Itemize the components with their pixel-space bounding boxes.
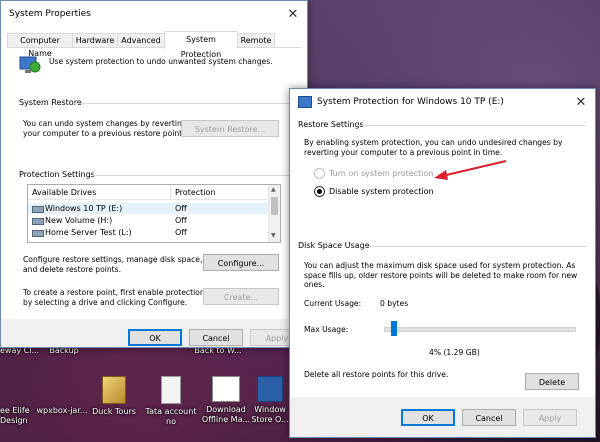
column-header-protection[interactable]: Protection [175,188,215,197]
annotation-arrow-icon [434,160,507,180]
restore-settings-text: By enabling system protection, you can u… [304,138,563,157]
column-header-drives[interactable]: Available Drives [32,188,96,197]
desktop-icon-label: ee Elife Design [0,406,30,425]
shortcut-icon [212,376,240,402]
scroll-down-icon[interactable]: ▼ [271,232,276,239]
drives-table: Available Drives Protection Windows 10 T… [27,184,281,243]
radio-label: Turn on system protection [329,168,434,178]
system-properties-window: System Properties ✕ Computer Name Hardwa… [0,0,308,348]
desktop-icon-label: Download Offline Ma... [201,405,251,424]
radio-disable[interactable]: Disable system protection [314,185,434,197]
divider [93,175,295,176]
desktop-icon[interactable]: Window Store O... [250,376,290,425]
close-icon[interactable]: ✕ [279,7,307,22]
divider [358,125,586,126]
intro-text: Use system protection to undo unwanted s… [49,57,273,66]
max-usage-value: 4% (1.29 GB) [429,348,480,357]
title-bar: System Protection for Windows 10 TP (E:)… [290,89,595,115]
slider-track [384,327,576,332]
drive-protection: Off [175,204,187,213]
tab-advanced[interactable]: Advanced [117,33,165,47]
scrollbar[interactable]: ▲ ▼ [268,185,280,242]
max-usage-slider[interactable] [384,321,576,337]
scroll-thumb[interactable] [271,197,278,215]
radio-label: Disable system protection [329,186,434,196]
desktop-icon[interactable]: Tata account no [145,376,197,427]
tab-system-protection[interactable]: System Protection [164,31,238,59]
shield-icon [298,96,312,108]
close-icon[interactable]: ✕ [567,95,595,110]
system-restore-button[interactable]: System Restore... [181,120,279,137]
desktop-icon[interactable]: Download Offline Ma... [200,376,252,425]
folder-icon [102,376,126,404]
drive-name: Windows 10 TP (E:) [45,204,123,213]
table-row[interactable]: Windows 10 TP (E:) Off [28,203,268,214]
delete-text: Delete all restore points for this drive… [304,370,449,379]
current-usage-value: 0 bytes [380,299,409,308]
desktop-icon[interactable]: ee Elife Design [0,380,40,426]
tab-hardware[interactable]: Hardware [72,33,118,47]
configure-text: Configure restore settings, manage disk … [23,255,203,274]
cancel-button[interactable]: Cancel [189,329,243,346]
restore-settings-heading: Restore Settings [298,120,364,129]
radio-circle-icon [314,167,325,179]
scroll-up-icon[interactable]: ▲ [271,186,276,193]
window-title: System Properties [9,9,91,19]
drive-icon [32,230,44,237]
ok-button[interactable]: OK [401,409,455,426]
protection-settings-heading: Protection Settings [19,170,95,179]
max-usage-label: Max Usage: [304,325,349,334]
title-bar: System Properties ✕ [1,1,307,27]
create-text: To create a restore point, first enable … [23,288,205,307]
current-usage-label: Current Usage: [304,299,362,308]
tab-computer-name[interactable]: Computer Name [7,33,73,58]
ok-button[interactable]: OK [128,329,182,346]
tab-bar: Computer Name Hardware Advanced System P… [7,31,301,59]
table-header: Available Drives Protection [28,185,268,200]
disk-space-text: You can adjust the maximum disk space us… [304,261,578,289]
document-icon [161,376,181,404]
divider [73,103,295,104]
store-icon [257,376,283,402]
delete-button[interactable]: Delete [525,373,579,390]
divider [364,246,586,247]
drive-icon [32,218,44,225]
drive-name: Home Server Test (L:) [45,228,132,237]
disk-space-heading: Disk Space Usage [298,241,370,250]
system-protection-icon [19,55,41,75]
table-row[interactable]: New Volume (H:) Off [28,215,268,226]
drive-protection: Off [175,228,187,237]
table-row[interactable]: Home Server Test (L:) Off [28,227,268,238]
drive-name: New Volume (H:) [45,216,113,225]
desktop-icon-label: Tata account no [145,407,197,426]
desktop-icon[interactable]: Duck Tours [88,376,140,417]
drive-icon [32,206,44,213]
desktop-icon-label: Window Store O... [251,405,289,424]
system-restore-text: You can undo system changes by reverting… [23,119,187,138]
radio-selected-icon [314,185,325,197]
desktop-icon-label: Duck Tours [92,407,136,416]
drive-protection: Off [175,216,187,225]
apply-button[interactable]: Apply [523,409,577,426]
slider-thumb[interactable] [391,321,397,336]
column-separator [170,185,171,199]
create-button[interactable]: Create... [203,288,279,305]
cancel-button[interactable]: Cancel [462,409,516,426]
desktop-icon-label: wpxbox-jar... [36,406,88,415]
dialog-title: System Protection for Windows 10 TP (E:) [317,97,504,107]
tab-remote[interactable]: Remote [237,33,275,47]
radio-turn-on[interactable]: Turn on system protection [314,167,433,179]
system-protection-dialog: System Protection for Windows 10 TP (E:)… [289,88,596,438]
configure-button[interactable]: Configure... [203,254,279,271]
desktop-icon[interactable]: wpxbox-jar... [36,380,88,416]
